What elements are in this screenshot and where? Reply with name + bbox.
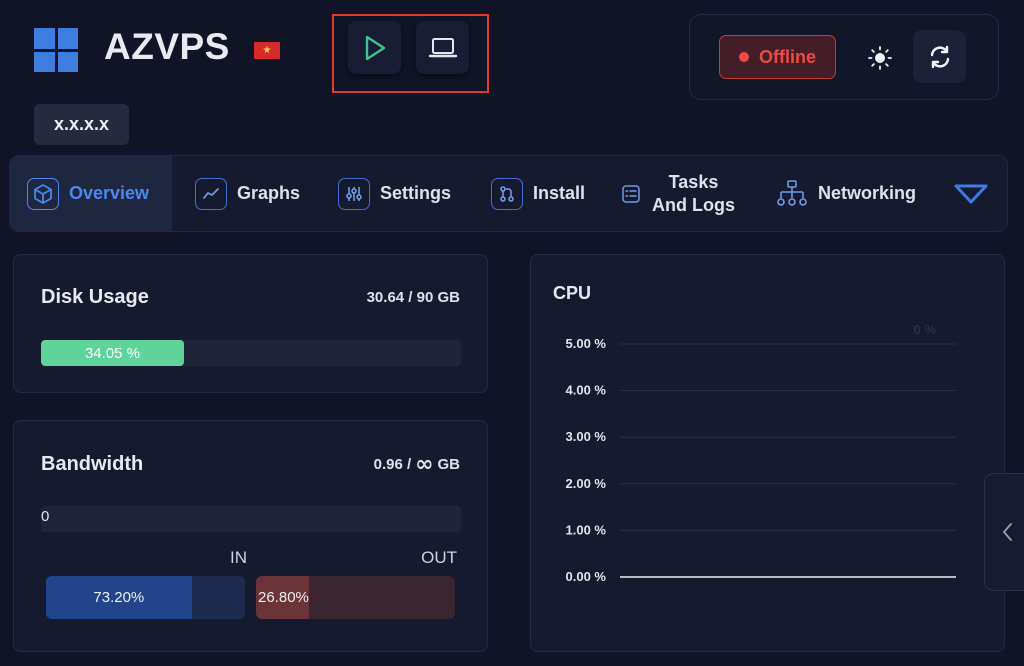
tab-label-line2: And Logs: [652, 194, 735, 215]
app-title: AZVPS: [104, 26, 230, 67]
bandwidth-card: Bandwidth 0.96 / ∞ GB 0 IN OUT 73.20% 26…: [13, 420, 488, 652]
y-tick-label: 2.00 %: [566, 476, 607, 491]
bandwidth-unit: GB: [437, 456, 461, 473]
y-tick-label: 4.00 %: [566, 383, 607, 398]
y-tick-label: 3.00 %: [566, 429, 607, 444]
bandwidth-value: 0.96 / ∞ GB: [373, 452, 461, 477]
chevron-left-icon: [1003, 523, 1012, 541]
tab-graphs[interactable]: Graphs: [195, 156, 300, 231]
bandwidth-out-fill: 26.80%: [256, 576, 310, 619]
tab-label: Tasks And Logs: [652, 171, 735, 217]
cpu-chart: 0.00 % 1.00 % 2.00 % 3.00 % 4.00 % 5.00 % 0 %: [566, 322, 956, 584]
tab-label: Graphs: [237, 183, 301, 203]
bandwidth-in-fill: 73.20%: [46, 576, 192, 619]
start-button[interactable]: [348, 21, 401, 74]
flag-star: ★: [262, 45, 272, 56]
status-badge[interactable]: Offline: [719, 35, 836, 79]
refresh-icon: [930, 45, 949, 68]
country-flag: ★: [254, 42, 280, 59]
tab-label-line1: Tasks: [668, 171, 719, 192]
disk-usage-percent: 34.05 %: [84, 344, 141, 362]
y-tick-label: 1.00 %: [566, 522, 607, 537]
cube-icon: [27, 177, 59, 210]
bandwidth-current: 0: [41, 508, 50, 525]
disk-usage-value: 30.64 / 90 GB: [366, 289, 460, 306]
bandwidth-title: Bandwidth: [41, 453, 144, 475]
infinity-icon: ∞: [415, 452, 434, 477]
tab-install[interactable]: Install: [491, 156, 585, 231]
chart-annotation: 0 %: [914, 322, 937, 337]
tab-tasks-logs[interactable]: Tasks And Logs: [620, 156, 735, 231]
tab-label: Overview: [69, 183, 150, 203]
bandwidth-out-label: OUT: [421, 548, 457, 567]
app-logo: [34, 28, 78, 72]
chevron-down-icon: [954, 184, 988, 204]
status-label: Offline: [759, 46, 816, 67]
disk-usage-bar: 34.05 %: [41, 340, 461, 366]
theme-toggle[interactable]: [862, 40, 898, 76]
bandwidth-used: 0.96 /: [373, 456, 412, 473]
tab-label: Settings: [380, 183, 452, 203]
git-icon: [491, 177, 523, 210]
chart-line-icon: [195, 177, 227, 210]
laptop-icon: [428, 37, 457, 57]
tab-label: Networking: [818, 183, 917, 203]
disk-usage-fill: 34.05 %: [41, 340, 184, 366]
refresh-button[interactable]: [913, 30, 966, 83]
y-tick-label: 0.00 %: [566, 569, 607, 584]
more-tabs-button[interactable]: [951, 178, 991, 210]
bandwidth-usage-bar: 0: [41, 506, 461, 532]
tab-overview[interactable]: Overview: [10, 156, 172, 231]
checklist-icon: [620, 183, 642, 205]
bandwidth-in-percent: 73.20%: [93, 589, 145, 606]
tab-networking[interactable]: Networking: [776, 156, 916, 231]
bandwidth-out-bar: 26.80%: [256, 576, 455, 619]
sliders-icon: [338, 177, 370, 210]
cpu-chart-title: CPU: [553, 283, 592, 303]
ip-address: x.x.x.x: [34, 104, 129, 145]
side-panel-toggle[interactable]: [984, 473, 1024, 591]
play-icon: [365, 35, 385, 60]
bandwidth-in-label: IN: [230, 548, 247, 567]
tab-settings[interactable]: Settings: [338, 156, 451, 231]
status-dot-icon: [739, 52, 749, 62]
disk-usage-title: Disk Usage: [41, 286, 149, 308]
sun-icon: [868, 46, 892, 70]
y-tick-label: 5.00 %: [566, 336, 607, 351]
console-button[interactable]: [416, 21, 469, 74]
network-icon: [776, 178, 808, 210]
disk-usage-card: Disk Usage 30.64 / 90 GB 34.05 %: [13, 254, 488, 393]
bandwidth-out-percent: 26.80%: [258, 589, 309, 606]
bandwidth-in-bar: 73.20%: [46, 576, 245, 619]
tab-label: Install: [533, 183, 586, 203]
